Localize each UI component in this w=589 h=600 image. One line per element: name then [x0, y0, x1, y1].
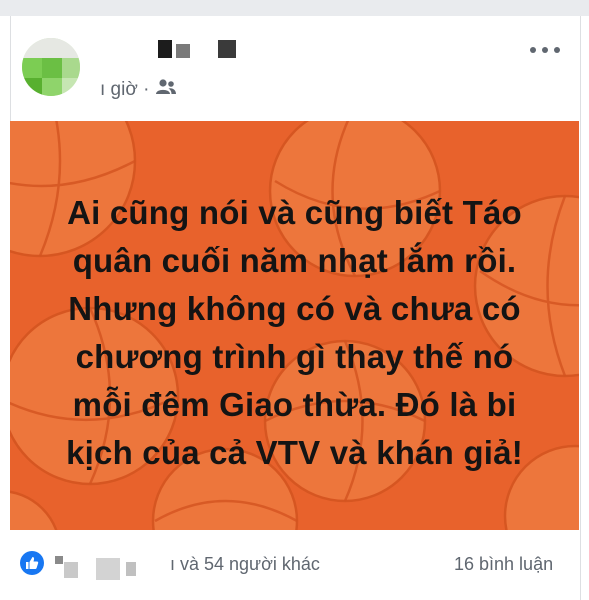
comments-count[interactable]: 16 bình luận	[454, 554, 553, 575]
post-line: mỗi đêm Giao thừa. Đó là bi	[72, 386, 517, 423]
name-blur-block	[55, 556, 63, 564]
feed-background-strip	[0, 0, 589, 16]
post-line: Nhưng không có và chưa có	[68, 290, 521, 327]
post-line: chương trình gì thay thế nó	[75, 338, 514, 375]
friends-icon[interactable]	[155, 78, 177, 102]
post-line: Ai cũng nói và cũng biết Táo	[67, 194, 522, 231]
name-blur-block	[176, 44, 190, 58]
reactors-count[interactable]: ı và 54 người khác	[170, 554, 320, 575]
facebook-post-screenshot: ı giờ · Ai cũng nói và cũng biết Táo quâ…	[0, 0, 589, 600]
post-meta: ı giờ ·	[100, 78, 177, 102]
name-blur-block	[64, 562, 78, 578]
post-image[interactable]: Ai cũng nói và cũng biết Táo quân cuối n…	[10, 121, 579, 530]
name-blur-block	[218, 40, 236, 58]
name-blur-block	[126, 562, 136, 576]
post-line: quân cuối năm nhạt lắm rồi.	[72, 242, 517, 279]
name-blur-block	[158, 40, 172, 58]
name-blur-block	[96, 558, 120, 580]
post-message: Ai cũng nói và cũng biết Táo quân cuối n…	[10, 189, 579, 477]
post-line: kịch của cả VTV và khán giả!	[66, 434, 523, 471]
like-icon[interactable]	[20, 551, 44, 575]
more-options-icon[interactable]	[530, 40, 560, 60]
post-time[interactable]: ı giờ ·	[100, 79, 149, 101]
author-avatar[interactable]	[22, 38, 80, 96]
